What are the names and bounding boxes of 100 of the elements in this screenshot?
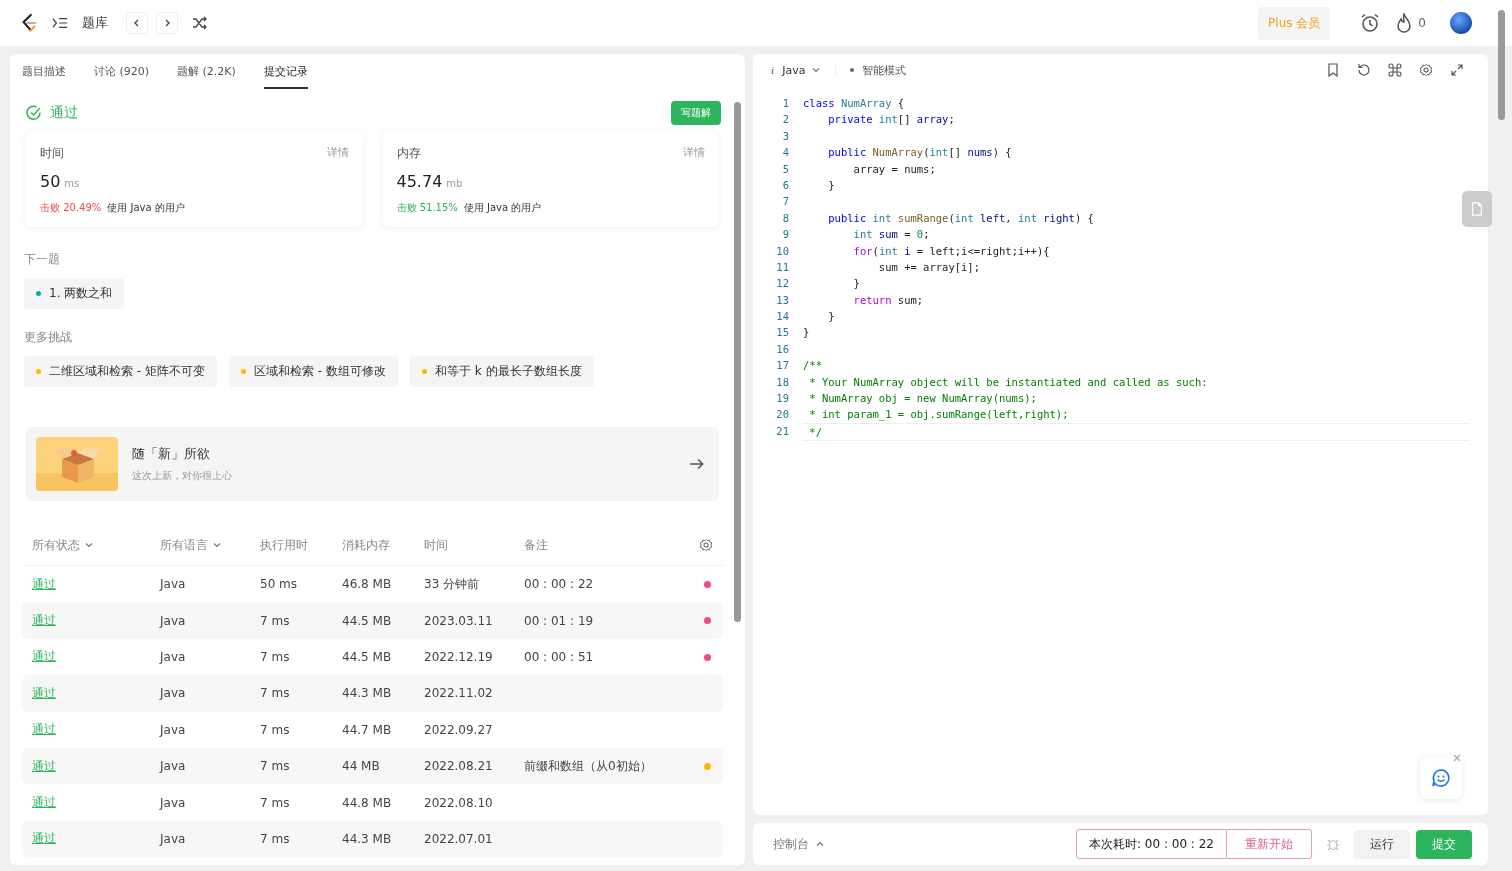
- info-mark: i: [771, 64, 775, 76]
- table-cell-text: 44.8 MB: [342, 795, 393, 810]
- arrow-right-icon: [689, 456, 705, 472]
- elapsed-timer: 本次耗时: 00 : 00 : 22: [1076, 829, 1227, 859]
- code-line: private int[] array;: [827, 112, 955, 128]
- breadcrumb-link[interactable]: 题库: [82, 14, 108, 32]
- scrollbar-thumb[interactable]: [1498, 10, 1505, 120]
- list-icon[interactable]: [52, 15, 68, 31]
- code-line: public NumArray(int[] nums) {: [827, 145, 1012, 161]
- tab[interactable]: 题解 (2.2K): [177, 55, 236, 89]
- code-line: int sum = 0;: [852, 227, 930, 243]
- code-line: * int param_1 = obj.sumRange(left,right);: [808, 407, 1069, 423]
- mode-dot: [850, 68, 855, 72]
- line-number: 21: [776, 423, 789, 439]
- code-line: array = nums;: [852, 161, 936, 177]
- table-cell-text: 前缀和数组（从0初始）: [524, 757, 653, 775]
- table-cell-text: 44.7 MB: [342, 722, 393, 737]
- table-cell-text: 44.5 MB: [342, 613, 393, 628]
- streak-count: 0: [1418, 16, 1426, 30]
- submission-row[interactable]: 通过 Java 7 ms 44.3 MB 2022.07.01: [22, 820, 723, 858]
- table-cell-text: 2022.12.19: [424, 649, 494, 664]
- line-number: 1: [782, 96, 789, 111]
- table-cell-text: Java: [160, 722, 187, 737]
- avatar[interactable]: [1450, 12, 1472, 34]
- tab[interactable]: 提交记录: [263, 55, 308, 89]
- filter-dropdown[interactable]: 所有状态: [32, 536, 160, 554]
- submission-row[interactable]: 通过 Java 7 ms 44.7 MB 2022.09.27: [22, 711, 723, 748]
- table-cell-text: 00 : 01 : 19: [524, 613, 595, 628]
- table-cell-text: 7 ms: [260, 613, 291, 628]
- code-line: sum += array[i];: [877, 259, 980, 275]
- run-button[interactable]: 运行: [1354, 829, 1410, 859]
- restart-button[interactable]: 重新开始: [1227, 829, 1312, 859]
- submission-row[interactable]: 通过 Java 7 ms 44.5 MB 2022.12.19 00 : 00 : 51: [22, 638, 723, 676]
- code-line: }: [803, 325, 810, 341]
- console-toggle[interactable]: 控制台: [767, 834, 831, 854]
- table-cell-text: Java: [160, 613, 187, 628]
- line-number: 11: [776, 259, 789, 275]
- document-icon: [1470, 202, 1484, 216]
- tab[interactable]: 题目描述: [22, 55, 66, 89]
- settings-icon[interactable]: [699, 538, 713, 552]
- command-icon[interactable]: [1388, 63, 1402, 77]
- problem-chip[interactable]: 和等于 k 的最长子数组长度: [409, 356, 594, 387]
- line-number: 20: [776, 407, 789, 423]
- stat-value: 45.74: [396, 172, 443, 191]
- code-line: }: [852, 276, 860, 292]
- table-cell-text: 2022.11.02: [424, 686, 494, 701]
- mode-label[interactable]: 智能模式: [862, 62, 907, 78]
- line-number: 16: [776, 341, 789, 357]
- submission-row[interactable]: 通过 Java 50 ms 46.8 MB 33 分钟前 00 : 00 : 22: [22, 566, 723, 603]
- stat-unit: mb: [446, 178, 463, 189]
- feedback-button[interactable]: [1420, 757, 1462, 799]
- section-heading: 更多挑战: [24, 329, 73, 346]
- stat-unit: ms: [64, 178, 80, 189]
- tab[interactable]: 讨论 (920): [94, 55, 150, 89]
- beat-percentage: 击败 20.49%: [40, 201, 102, 215]
- submission-row[interactable]: 通过 Java 7 ms 44.8 MB 2022.08.10: [22, 784, 723, 821]
- promo-subtitle: 这次上新，对你很上心: [132, 469, 232, 483]
- table-cell-text: 2022.08.21: [424, 759, 494, 774]
- promo-banner[interactable]: 随「新」所欲 这次上新，对你很上心: [26, 427, 719, 501]
- table-cell-text: 7 ms: [260, 686, 291, 701]
- logo-icon[interactable]: [20, 13, 38, 33]
- table-cell-text: 7 ms: [260, 831, 291, 846]
- stat-title: 内存: [396, 145, 421, 162]
- line-number: 2: [782, 112, 789, 128]
- table-cell-text: 00 : 00 : 51: [524, 649, 595, 664]
- result-status: 通过: [50, 104, 78, 122]
- stat-value: 50: [40, 172, 61, 191]
- table-cell-text: 44.3 MB: [342, 686, 393, 701]
- problem-chip[interactable]: 二维区域和检索 - 矩阵不可变: [24, 356, 217, 387]
- code-line: public int sumRange(int left, int right) {: [827, 210, 1094, 226]
- line-number: 18: [776, 374, 789, 390]
- bookmark-icon[interactable]: [1326, 63, 1340, 77]
- column-header: 执行用时: [260, 536, 309, 554]
- table-cell-text: 44.5 MB: [342, 649, 393, 664]
- line-number: 9: [782, 227, 789, 243]
- code-line: */: [808, 424, 822, 440]
- table-cell-text: 44 MB: [342, 759, 381, 774]
- expand-icon[interactable]: [1450, 63, 1464, 77]
- table-cell-text: 2022.08.10: [424, 795, 494, 810]
- table-cell-text: 50 ms: [260, 577, 299, 592]
- language-dropdown[interactable]: Java: [782, 63, 822, 77]
- chevron-up-icon: [815, 839, 825, 849]
- column-header: 消耗内存: [342, 536, 391, 554]
- problem-chip[interactable]: 1. 两数之和: [24, 278, 125, 309]
- shuffle-icon[interactable]: [192, 15, 208, 31]
- submission-row[interactable]: 通过 Java 7 ms 44 MB 2022.08.21 前缀和数组（从0初始）: [22, 747, 723, 785]
- line-number: 8: [782, 210, 789, 226]
- problem-chip[interactable]: 区域和检索 - 数组可修改: [228, 356, 398, 387]
- code-line: return sum;: [852, 292, 924, 308]
- reset-icon[interactable]: [1357, 63, 1371, 77]
- scrollbar-thumb[interactable]: [734, 102, 741, 622]
- submission-row[interactable]: 通过 Java 7 ms 44.5 MB 2023.03.11 00 : 01 : 19: [22, 602, 723, 639]
- table-cell-text: 00 : 00 : 22: [524, 577, 595, 592]
- submission-row[interactable]: 通过 Java 7 ms 44.3 MB 2022.11.02: [22, 675, 723, 712]
- column-header: 备注: [524, 536, 549, 554]
- line-number: 4: [782, 145, 789, 161]
- settings-icon[interactable]: [1419, 63, 1433, 77]
- section-heading: 下一题: [24, 251, 61, 268]
- filter-dropdown[interactable]: 所有语言: [160, 536, 260, 554]
- alarm-clock-icon[interactable]: [1360, 13, 1381, 33]
